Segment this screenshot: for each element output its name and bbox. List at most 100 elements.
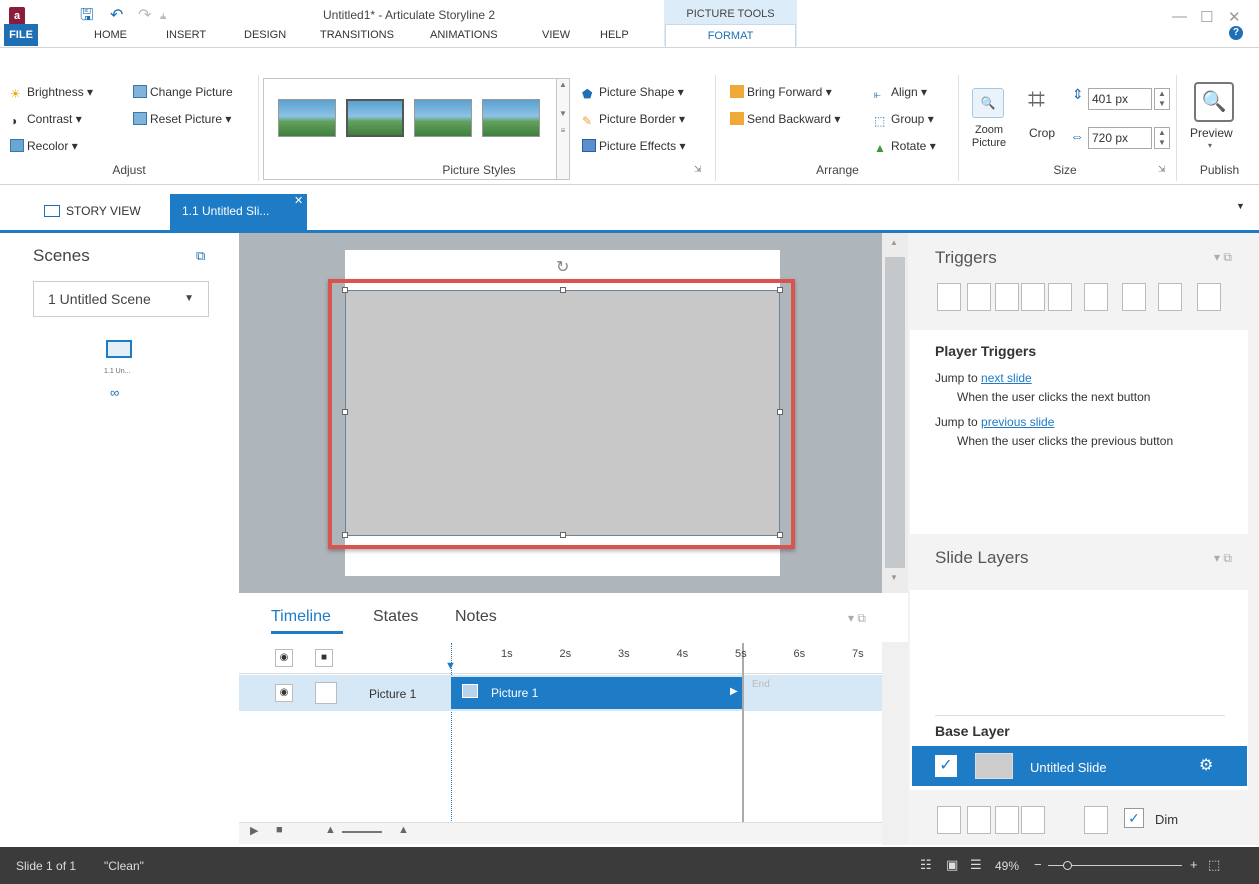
recolor-button[interactable]: Recolor ▾ [10,138,78,154]
undo-icon[interactable]: ↶ [110,6,123,26]
height-spinner[interactable]: ▲ ▼ [1154,88,1170,110]
tab-view[interactable]: VIEW [542,25,570,46]
fit-to-window-icon[interactable]: ⬚ [1208,857,1220,873]
gallery-scroll-up-icon[interactable]: ▲ [557,79,569,90]
move-down-icon[interactable] [1158,283,1182,311]
eye-icon[interactable]: ◉ [275,649,293,667]
picture-style-4[interactable] [482,99,540,137]
resize-handle[interactable] [342,287,348,293]
gallery-more-icon[interactable]: ≡ [557,125,569,136]
send-backward-button[interactable]: Send Backward ▾ [730,111,840,127]
brightness-button[interactable]: ☀ Brightness ▾ [10,84,93,101]
delete-trigger-icon[interactable] [1084,283,1108,311]
height-input[interactable]: 401 px [1088,88,1152,110]
resize-handle[interactable] [342,532,348,538]
tab-transitions[interactable]: TRANSITIONS [320,25,394,46]
change-picture-button[interactable]: Change Picture [133,84,233,100]
zoom-in-timeline-icon[interactable]: ▲ [398,824,409,836]
tab-format[interactable]: FORMAT [665,24,796,47]
resize-handle[interactable] [560,532,566,538]
zoom-picture-button[interactable]: 🔍 [972,88,1004,118]
stage-scrollbar-thumb[interactable] [885,257,905,568]
preview-button[interactable]: Preview [1190,125,1233,141]
tab-home[interactable]: HOME [94,25,127,46]
lock-checkbox[interactable] [315,682,337,704]
bar-arrow-icon[interactable]: ▶ [730,686,738,697]
tab-insert[interactable]: INSERT [166,25,206,46]
zoom-slider-thumb[interactable] [1063,861,1072,870]
resize-handle[interactable] [777,409,783,415]
panel-options-icon[interactable]: ▾ ⧉ [1214,551,1232,566]
picture-style-1[interactable] [278,99,336,137]
dialog-launcher-icon[interactable]: ⇲ [694,164,702,175]
rotate-button[interactable]: ▲ Rotate ▾ [874,138,936,155]
resize-handle[interactable] [560,287,566,293]
play-icon[interactable]: ▶ [250,824,258,837]
tab-states[interactable]: States [373,608,418,626]
preview-dropdown-icon[interactable]: ▾ [1208,141,1212,150]
minimize-button[interactable]: — [1172,8,1187,25]
timeline-scrollbar[interactable] [882,642,908,845]
normal-view-icon[interactable]: ▣ [946,857,958,873]
reset-picture-button[interactable]: Reset Picture ▾ [133,111,231,127]
picture-style-3[interactable] [414,99,472,137]
tab-file[interactable]: FILE [4,24,38,46]
save-icon[interactable]: 🖫 [80,6,94,26]
close-button[interactable]: ✕ [1228,8,1241,26]
tab-animations[interactable]: ANIMATIONS [430,25,498,46]
maximize-button[interactable]: ☐ [1200,8,1213,26]
new-trigger-icon[interactable] [937,283,961,311]
edit-trigger-icon[interactable] [967,283,991,311]
gallery-scroll-down-icon[interactable]: ▼ [557,108,569,119]
trigger-target-link[interactable]: next slide [981,371,1032,385]
eye-icon[interactable]: ◉ [275,684,293,702]
zoom-in-icon[interactable]: + [1190,857,1198,872]
bring-forward-button[interactable]: Bring Forward ▾ [730,84,832,100]
resize-handle[interactable] [777,532,783,538]
tab-timeline[interactable]: Timeline [271,608,331,626]
player-view-icon[interactable]: ☰ [970,857,982,873]
width-input[interactable]: 720 px [1088,127,1152,149]
stop-icon[interactable]: ■ [276,824,283,836]
trigger-target-link[interactable]: previous slide [981,415,1054,429]
dialog-launcher-icon[interactable]: ⇲ [1158,164,1166,175]
dim-checkbox[interactable]: ✓ [1124,808,1144,828]
customize-toolbar-icon[interactable]: ⫨ [160,6,166,26]
copy-layer-icon[interactable] [995,806,1019,834]
picture-effects-button[interactable]: Picture Effects ▾ [582,138,686,154]
crop-icon[interactable]: ⌗ [1028,82,1045,118]
contrast-button[interactable]: ◑ Contrast ▾ [10,111,82,128]
duplicate-layer-icon[interactable] [967,806,991,834]
timeline-zoom-slider[interactable] [342,831,382,833]
rotate-handle-icon[interactable]: ↻ [556,257,569,277]
tab-design[interactable]: DESIGN [244,25,286,46]
resize-handle[interactable] [777,287,783,293]
move-up-icon[interactable] [1122,283,1146,311]
copy-trigger-icon[interactable] [995,283,1019,311]
width-spinner[interactable]: ▲ ▼ [1154,127,1170,149]
gear-icon[interactable]: ⚙ [1199,755,1213,775]
tab-notes[interactable]: Notes [455,608,497,626]
paste-layer-icon[interactable] [1021,806,1045,834]
paste-trigger-icon[interactable] [1048,283,1072,311]
panel-options-icon[interactable]: ▾ ⧉ [848,611,866,626]
group-button[interactable]: ⬚ Group ▾ [874,111,934,128]
playhead-marker-icon[interactable]: ▼ [445,660,456,672]
zoom-out-timeline-icon[interactable]: ▲ [325,824,336,836]
delete-layer-icon[interactable] [1084,806,1108,834]
scene-dropdown[interactable]: 1 Untitled Scene ▼ [33,281,209,317]
preview-icon[interactable]: 🔍 [1194,82,1234,122]
timeline-bar[interactable]: Picture 1 [451,677,742,709]
slide-thumbnail[interactable] [106,340,132,358]
zoom-out-icon[interactable]: − [1034,857,1042,872]
copy-icon[interactable] [1021,283,1045,311]
close-tab-icon[interactable]: ✕ [294,194,303,207]
new-layer-icon[interactable] [937,806,961,834]
tab-story-view[interactable]: STORY VIEW [30,198,160,228]
crop-label[interactable]: Crop [1029,125,1055,141]
end-marker[interactable] [742,643,744,823]
picture-border-button[interactable]: ✎ Picture Border ▾ [582,111,685,128]
variables-icon[interactable] [1197,283,1221,311]
picture-style-2[interactable] [346,99,404,137]
resize-handle[interactable] [342,409,348,415]
